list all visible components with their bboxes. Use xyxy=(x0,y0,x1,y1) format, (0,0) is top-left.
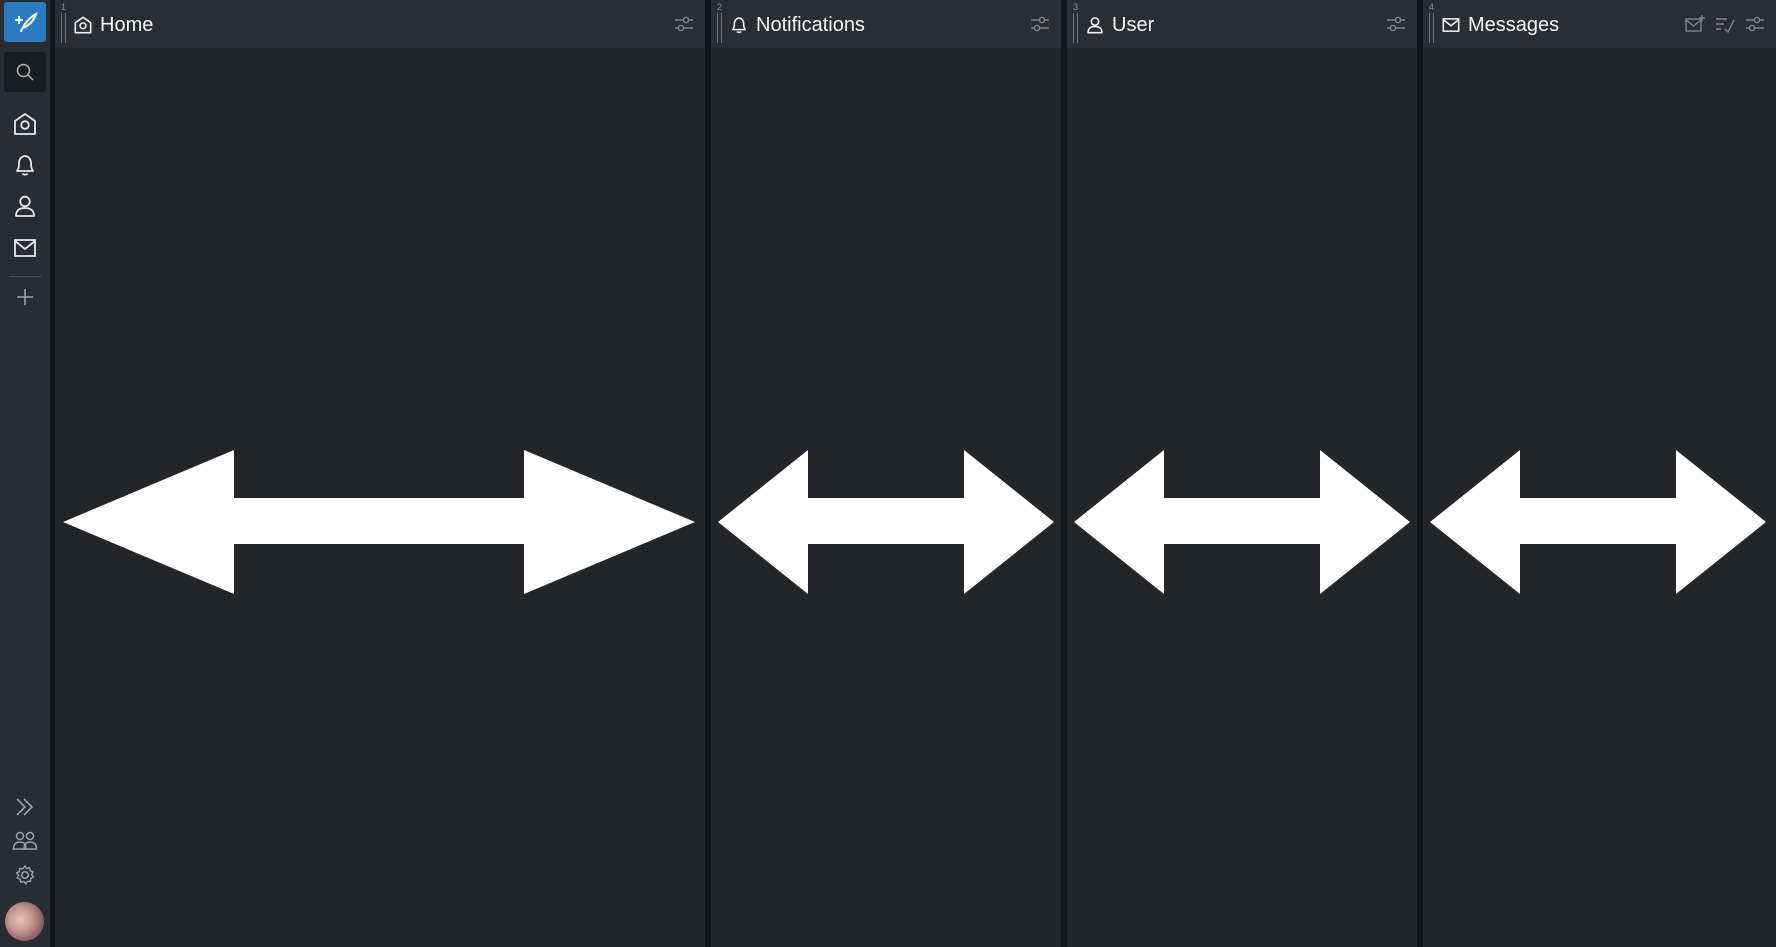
plus-icon xyxy=(17,289,33,305)
column-actions xyxy=(1684,13,1766,35)
sliders-icon[interactable] xyxy=(1385,13,1407,35)
column-body[interactable] xyxy=(711,48,1061,947)
column-actions xyxy=(1029,13,1051,35)
envelope-icon xyxy=(14,239,36,257)
column-title-label: Notifications xyxy=(756,13,865,36)
bell-icon xyxy=(728,14,750,36)
drag-handle[interactable] xyxy=(1429,13,1434,43)
column-title[interactable]: Notifications xyxy=(728,12,865,38)
rail-user-button[interactable] xyxy=(4,186,46,226)
resize-arrow-icon xyxy=(63,450,695,594)
resize-arrow-icon xyxy=(718,450,1054,594)
column-messages: 4 Messages xyxy=(1423,0,1776,947)
navigation-rail xyxy=(0,0,50,947)
column-actions xyxy=(673,13,695,35)
column-actions xyxy=(1385,13,1407,35)
column-body[interactable] xyxy=(55,48,705,947)
compose-icon xyxy=(15,11,38,32)
column-home: 1 Home xyxy=(55,0,705,947)
avatar[interactable] xyxy=(5,902,44,941)
user-icon xyxy=(1084,14,1106,36)
sliders-icon[interactable] xyxy=(1744,13,1766,35)
column-title[interactable]: User xyxy=(1084,12,1154,38)
column-title[interactable]: Messages xyxy=(1440,12,1559,38)
compose-button[interactable] xyxy=(4,2,46,42)
home-icon xyxy=(72,14,94,36)
column-title-label: Home xyxy=(100,13,154,36)
rail-notifications-button[interactable] xyxy=(4,145,46,185)
new-message-icon[interactable] xyxy=(1684,13,1706,35)
column-index: 1 xyxy=(61,2,67,12)
sliders-icon[interactable] xyxy=(1029,13,1051,35)
resize-arrow-icon xyxy=(1430,450,1766,594)
rail-home-button[interactable] xyxy=(4,104,46,144)
column-index: 2 xyxy=(717,2,723,12)
column-title-label: User xyxy=(1112,13,1155,36)
column-index: 4 xyxy=(1429,2,1435,12)
people-icon xyxy=(12,831,38,850)
column-index: 3 xyxy=(1073,2,1079,12)
gear-icon xyxy=(15,865,35,885)
double-chevron-right-icon xyxy=(16,798,34,816)
user-icon xyxy=(15,195,35,217)
accounts-button[interactable] xyxy=(4,822,46,860)
drag-handle[interactable] xyxy=(61,13,66,43)
bell-icon xyxy=(16,155,34,176)
rail-messages-button[interactable] xyxy=(4,228,46,268)
home-icon xyxy=(14,113,36,135)
column-notifications: 2 Notifications xyxy=(711,0,1061,947)
column-header: 3 User xyxy=(1067,0,1417,48)
drag-handle[interactable] xyxy=(717,13,722,43)
resize-arrow-icon xyxy=(1074,450,1410,594)
column-header: 2 Notifications xyxy=(711,0,1061,48)
settings-button[interactable] xyxy=(4,856,46,894)
search-button[interactable] xyxy=(4,52,46,92)
sliders-icon[interactable] xyxy=(673,13,695,35)
column-title[interactable]: Home xyxy=(72,12,153,38)
search-icon xyxy=(16,63,34,81)
drag-handle[interactable] xyxy=(1073,13,1078,43)
mark-read-icon[interactable] xyxy=(1714,13,1736,35)
column-title-label: Messages xyxy=(1468,13,1560,36)
add-column-button[interactable] xyxy=(4,277,46,317)
envelope-icon xyxy=(1440,14,1462,36)
column-header: 1 Home xyxy=(55,0,705,48)
column-user: 3 User xyxy=(1067,0,1417,947)
column-body[interactable] xyxy=(1067,48,1417,947)
column-header: 4 Messages xyxy=(1423,0,1776,48)
expand-rail-button[interactable] xyxy=(4,787,46,827)
column-body[interactable] xyxy=(1423,48,1776,947)
